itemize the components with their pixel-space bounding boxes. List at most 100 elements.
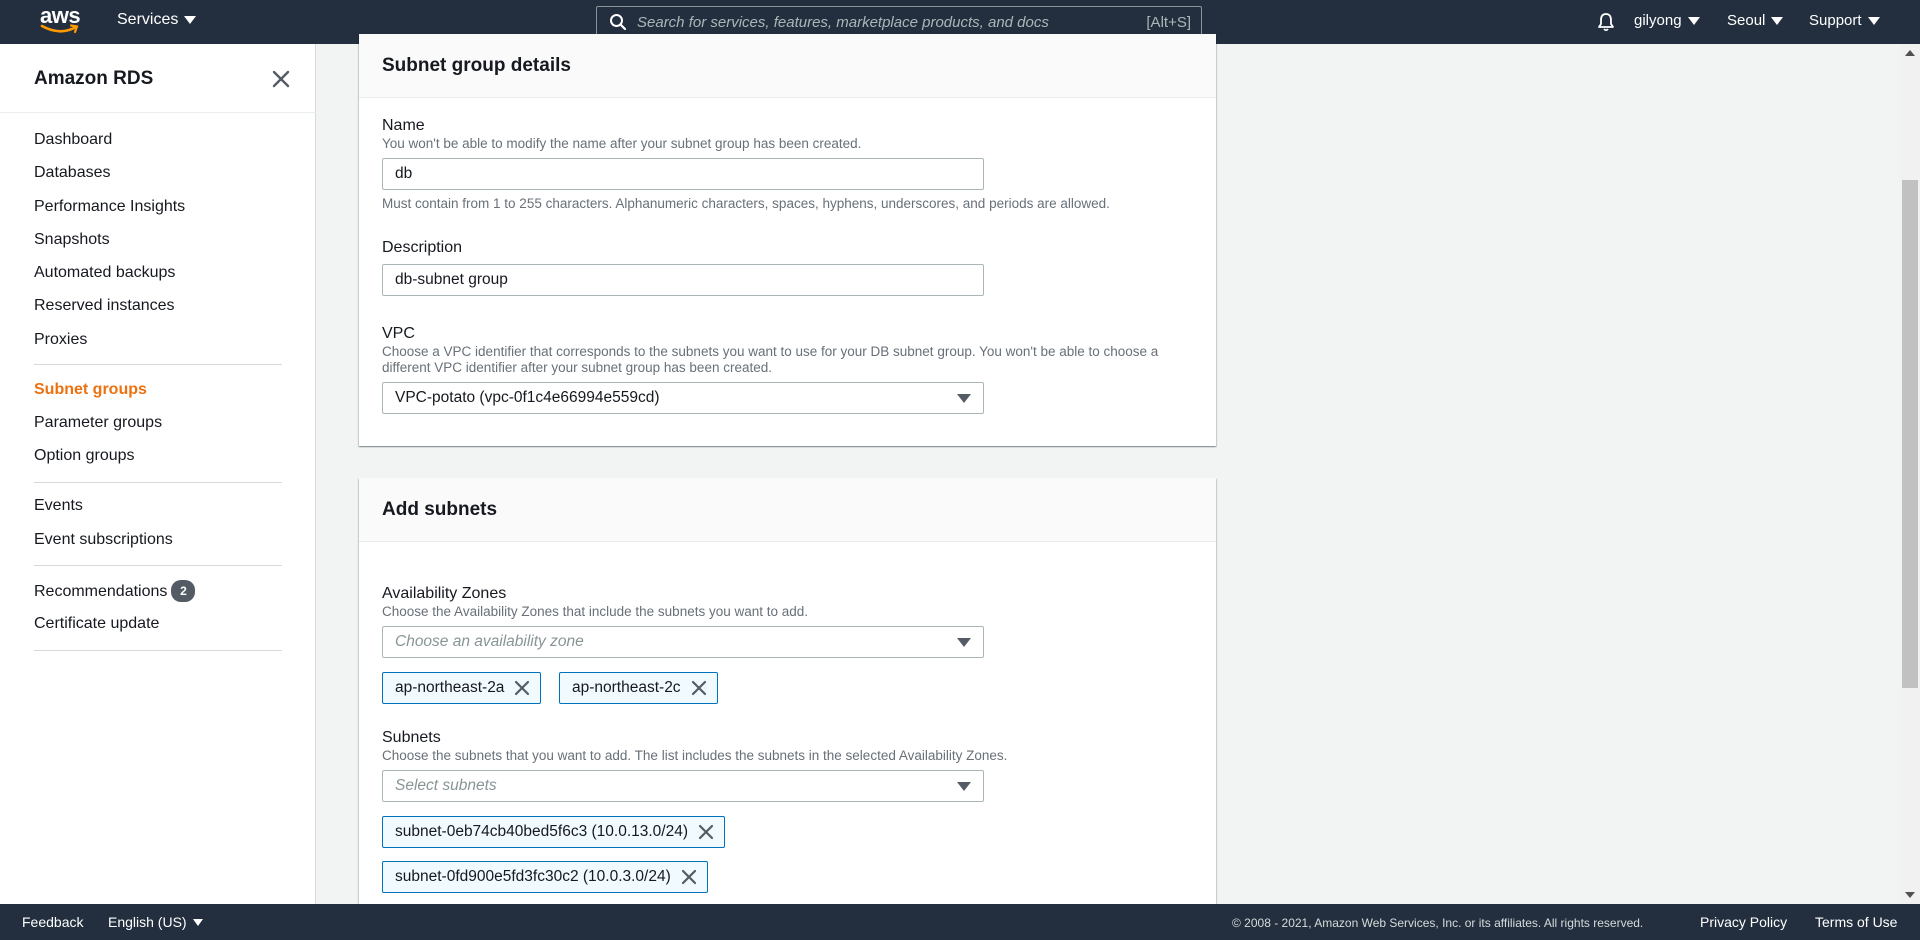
sidebar-item-performance-insights[interactable]: Performance Insights	[34, 198, 185, 216]
sidebar-item-parameter-groups[interactable]: Parameter groups	[34, 414, 162, 432]
search-icon	[610, 14, 627, 31]
az-token-label: ap-northeast-2c	[572, 679, 681, 696]
vpc-description-line2: different VPC identifier after your subn…	[382, 360, 772, 375]
language-label: English (US)	[108, 914, 187, 930]
remove-icon[interactable]	[691, 680, 707, 696]
caret-down-icon	[957, 637, 971, 647]
user-label: gilyong	[1634, 12, 1682, 29]
footer: Feedback English (US) © 2008 - 2021, Ama…	[0, 904, 1920, 940]
az-token-label: ap-northeast-2a	[395, 679, 505, 696]
services-label: Services	[117, 11, 179, 28]
sidebar-title: Amazon RDS	[34, 68, 154, 89]
feedback-link[interactable]: Feedback	[22, 914, 83, 930]
sidebar-header-divider	[0, 112, 316, 113]
vpc-select[interactable]: VPC-potato (vpc-0f1c4e66994e559cd)	[382, 382, 984, 414]
region-menu-button[interactable]: Seoul	[1727, 12, 1784, 29]
caret-down-icon	[1771, 16, 1784, 25]
sidebar-item-option-groups[interactable]: Option groups	[34, 447, 135, 465]
scroll-up-arrow-icon[interactable]	[1905, 50, 1915, 56]
panel-title: Add subnets	[382, 498, 498, 520]
add-subnets-panel: Add subnets Availability Zones Choose th…	[359, 478, 1216, 918]
description-input[interactable]: db-subnet group	[382, 264, 984, 296]
availability-zones-description: Choose the Availability Zones that inclu…	[382, 604, 809, 619]
search-shortcut-hint: [Alt+S]	[1146, 13, 1191, 31]
panel-header: Subnet group details	[359, 34, 1216, 98]
sidebar-item-events[interactable]: Events	[34, 497, 83, 515]
sidebar-item-event-subscriptions[interactable]: Event subscriptions	[34, 531, 173, 549]
search-input[interactable]	[637, 13, 1147, 31]
remove-icon[interactable]	[698, 824, 714, 840]
name-description: You won't be able to modify the name aft…	[382, 136, 862, 151]
subnet-token-label: subnet-0eb74cb40bed5f6c3 (10.0.13.0/24)	[395, 823, 689, 840]
subnet-token: subnet-0fd900e5fd3fc30c2 (10.0.3.0/24)	[382, 861, 708, 893]
caret-down-icon	[192, 919, 203, 926]
caret-down-icon	[1687, 16, 1700, 25]
sidebar-item-databases[interactable]: Databases	[34, 164, 111, 182]
privacy-policy-link[interactable]: Privacy Policy	[1700, 914, 1787, 930]
panel-header: Add subnets	[359, 478, 1216, 542]
sidebar-divider	[34, 482, 282, 483]
panel-title: Subnet group details	[382, 54, 571, 76]
sidebar-item-snapshots[interactable]: Snapshots	[34, 231, 110, 249]
vpc-field-group: VPC Choose a VPC identifier that corresp…	[382, 324, 1158, 414]
terms-of-use-link[interactable]: Terms of Use	[1815, 914, 1897, 930]
bell-icon[interactable]	[1596, 12, 1616, 32]
recommendations-count-badge: 2	[171, 580, 196, 602]
caret-down-icon	[957, 393, 971, 403]
remove-icon[interactable]	[514, 680, 530, 696]
sidebar: Amazon RDS Dashboard Databases Performan…	[0, 44, 316, 904]
aws-logo[interactable]: aws	[40, 3, 84, 38]
name-constraint-hint: Must contain from 1 to 255 characters. A…	[382, 196, 1110, 211]
az-token: ap-northeast-2c	[559, 672, 718, 704]
caret-down-icon	[184, 16, 197, 24]
subnet-token-label: subnet-0fd900e5fd3fc30c2 (10.0.3.0/24)	[395, 868, 671, 885]
availability-zones-label: Availability Zones	[382, 585, 507, 602]
az-token: ap-northeast-2a	[382, 672, 542, 704]
support-label: Support	[1809, 12, 1862, 29]
availability-zone-select[interactable]: Choose an availability zone	[382, 626, 984, 658]
sidebar-item-recommendations[interactable]: Recommendations 2	[34, 580, 196, 602]
region-label: Seoul	[1727, 12, 1766, 29]
scroll-down-arrow-icon[interactable]	[1905, 892, 1915, 898]
vpc-description-line1: Choose a VPC identifier that corresponds…	[382, 344, 1159, 359]
services-menu-button[interactable]: Services	[117, 11, 197, 29]
vpc-label: VPC	[382, 325, 415, 342]
availability-zones-field-group: Availability Zones Choose the Availabili…	[382, 584, 984, 658]
description-field-group: Description db-subnet group	[382, 238, 984, 296]
sidebar-divider	[34, 650, 282, 651]
name-field-group: Name You won't be able to modify the nam…	[382, 116, 1110, 212]
subnets-select[interactable]: Select subnets	[382, 770, 984, 802]
scrollbar-thumb[interactable]	[1902, 180, 1918, 688]
description-label: Description	[382, 239, 463, 256]
sidebar-divider	[34, 565, 282, 566]
subnet-group-details-panel: Subnet group details Name You won't be a…	[359, 34, 1216, 446]
sidebar-item-automated-backups[interactable]: Automated backups	[34, 264, 175, 282]
subnets-placeholder: Select subnets	[395, 777, 497, 794]
sidebar-item-subnet-groups[interactable]: Subnet groups	[34, 381, 147, 399]
page-scrollbar[interactable]	[1900, 44, 1920, 904]
language-selector[interactable]: English (US)	[108, 914, 203, 930]
subnets-field-group: Subnets Choose the subnets that you want…	[382, 728, 1007, 802]
sidebar-divider	[34, 364, 282, 365]
subnet-token: subnet-0eb74cb40bed5f6c3 (10.0.13.0/24)	[382, 816, 726, 848]
sidebar-item-reserved-instances[interactable]: Reserved instances	[34, 297, 175, 315]
name-input[interactable]: db	[382, 158, 984, 190]
remove-icon[interactable]	[681, 869, 697, 885]
vpc-selected-value: VPC-potato (vpc-0f1c4e66994e559cd)	[395, 389, 660, 406]
subnets-description: Choose the subnets that you want to add.…	[382, 748, 1008, 763]
caret-down-icon	[957, 781, 971, 791]
main-content: Subnet group details Name You won't be a…	[316, 34, 1900, 918]
recommendations-label: Recommendations	[34, 583, 168, 600]
sidebar-item-certificate-update[interactable]: Certificate update	[34, 615, 159, 633]
aws-logo-text: aws	[40, 3, 81, 28]
availability-zone-placeholder: Choose an availability zone	[395, 633, 584, 650]
sidebar-item-proxies[interactable]: Proxies	[34, 331, 87, 349]
name-label: Name	[382, 117, 425, 134]
support-menu-button[interactable]: Support	[1809, 12, 1880, 29]
user-menu-button[interactable]: gilyong	[1634, 12, 1700, 29]
sidebar-item-dashboard[interactable]: Dashboard	[34, 131, 112, 149]
close-icon[interactable]	[270, 68, 292, 90]
subnets-label: Subnets	[382, 729, 441, 746]
copyright-text: © 2008 - 2021, Amazon Web Services, Inc.…	[1232, 916, 1644, 930]
caret-down-icon	[1867, 16, 1880, 25]
